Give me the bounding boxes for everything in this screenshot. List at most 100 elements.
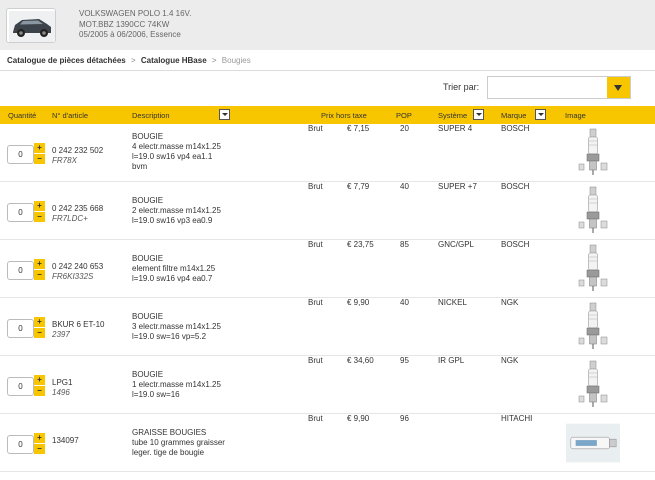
quantity-input[interactable]: 0	[7, 261, 34, 280]
table-row: 0 + − LPG1 1496 BOUGIE 1 electr.masse m14…	[0, 356, 655, 414]
quantity-stepper[interactable]: + −	[34, 201, 45, 223]
article-reference: FR7LDC+	[52, 214, 88, 223]
breadcrumb-separator: >	[211, 56, 217, 65]
minus-icon[interactable]: −	[34, 328, 45, 338]
breadcrumb-current: Bougies	[221, 56, 251, 65]
brand-filter-icon[interactable]	[535, 109, 546, 120]
quantity-input[interactable]: 0	[7, 145, 34, 164]
description-line: leger. tige de bougie	[132, 448, 205, 457]
pop-value: 85	[400, 240, 409, 249]
price: € 23,75	[347, 240, 374, 249]
article-number[interactable]: BKUR 6 ET-10	[52, 320, 104, 330]
quantity-input[interactable]: 0	[7, 377, 34, 396]
pop-value: 40	[400, 182, 409, 191]
article-number[interactable]: 0 242 232 502	[52, 146, 103, 156]
minus-icon[interactable]: −	[34, 270, 45, 280]
description-line: 3 electr.masse m14x1.25	[132, 322, 221, 331]
header-system: Système	[438, 111, 468, 120]
price-type: Brut	[308, 356, 323, 365]
header-pop: POP	[396, 111, 412, 120]
plus-icon[interactable]: +	[34, 317, 45, 327]
quantity-stepper[interactable]: + −	[34, 143, 45, 165]
grease-tube-image[interactable]	[566, 417, 620, 469]
article-reference: 1496	[52, 388, 70, 397]
spark-plug-image[interactable]	[566, 243, 620, 295]
car-thumbnail	[6, 8, 56, 43]
description-cell: BOUGIE 1 electr.masse m14x1.25 l=19.0 sw=1…	[132, 370, 221, 400]
quantity-input[interactable]: 0	[7, 203, 34, 222]
description-line: BOUGIE	[132, 312, 164, 321]
article-cell: 0 242 240 653 FR6KI332S	[52, 262, 103, 282]
sort-label: Trier par:	[443, 82, 480, 92]
brand-value: HITACHI	[501, 414, 533, 423]
quantity-input[interactable]: 0	[7, 319, 34, 338]
plus-icon[interactable]: +	[34, 201, 45, 211]
spark-plug-image[interactable]	[566, 359, 620, 411]
article-cell: LPG1 1496	[52, 378, 72, 398]
quantity-input[interactable]: 0	[7, 435, 34, 454]
breadcrumb-hbase[interactable]: Catalogue HBase	[141, 56, 207, 65]
description-line: 2 electr.masse m14x1.25	[132, 206, 221, 215]
breadcrumb-catalogue[interactable]: Catalogue de pièces détachées	[7, 56, 126, 65]
pop-value: 96	[400, 414, 409, 423]
chevron-down-icon[interactable]	[607, 77, 630, 98]
description-cell: GRAISSE BOUGIES tube 10 grammes graisser l…	[132, 428, 225, 458]
description-line: l=19.0 sw=16	[132, 390, 180, 399]
article-reference: 2397	[52, 330, 70, 339]
article-cell: 134097	[52, 436, 79, 446]
quantity-stepper[interactable]: + −	[34, 259, 45, 281]
spark-plug-image[interactable]	[566, 301, 620, 353]
minus-icon[interactable]: −	[34, 386, 45, 396]
spark-plug-image[interactable]	[566, 127, 620, 179]
price: € 9,90	[347, 414, 370, 423]
minus-icon[interactable]: −	[34, 212, 45, 222]
description-line: 1 electr.masse m14x1.25	[132, 380, 221, 389]
description-cell: BOUGIE 3 electr.masse m14x1.25 l=19.0 sw=1…	[132, 312, 221, 342]
brand-value: BOSCH	[501, 124, 530, 133]
article-cell: BKUR 6 ET-10 2397	[52, 320, 104, 340]
system-filter-icon[interactable]	[473, 109, 484, 120]
breadcrumb-separator: >	[130, 56, 136, 65]
header-description: Description	[132, 111, 170, 120]
plus-icon[interactable]: +	[34, 375, 45, 385]
plus-icon[interactable]: +	[34, 143, 45, 153]
spark-plug-image[interactable]	[566, 185, 620, 237]
description-line: 4 electr.masse m14x1.25	[132, 142, 221, 151]
quantity-stepper[interactable]: + −	[34, 433, 45, 455]
minus-icon[interactable]: −	[34, 444, 45, 454]
description-line: l=19.0 sw=16 vp=5.2	[132, 332, 207, 341]
table-row: 0 + − 0 242 232 502 FR78X BOUGIE 4 electr…	[0, 124, 655, 182]
header-image: Image	[565, 111, 586, 120]
vehicle-header: VOLKSWAGEN POLO 1.4 16V. MOT.BBZ 1390CC …	[0, 0, 655, 50]
description-line: l=19.0 sw16 vp4 ea1.1	[132, 152, 213, 161]
table-row: 0 + − 0 242 240 653 FR6KI332S BOUGIE elem…	[0, 240, 655, 298]
breadcrumb: Catalogue de pièces détachées > Catalogu…	[7, 56, 251, 65]
system-value: SUPER 4	[438, 124, 473, 133]
table-row: 0 + − 0 242 235 668 FR7LDC+ BOUGIE 2 elec…	[0, 182, 655, 240]
price-type: Brut	[308, 124, 323, 133]
brand-value: NGK	[501, 298, 519, 307]
header-article: N° d'article	[52, 111, 89, 120]
system-value: GNC/GPL	[438, 240, 475, 249]
description-filter-icon[interactable]	[219, 109, 230, 120]
article-number[interactable]: 134097	[52, 436, 79, 446]
plus-icon[interactable]: +	[34, 259, 45, 269]
quantity-stepper[interactable]: + −	[34, 375, 45, 397]
article-number[interactable]: 0 242 235 668	[52, 204, 103, 214]
plus-icon[interactable]: +	[34, 433, 45, 443]
article-cell: 0 242 235 668 FR7LDC+	[52, 204, 103, 224]
description-line: element filtre m14x1.25	[132, 264, 216, 273]
article-reference: FR6KI332S	[52, 272, 94, 281]
description-cell: BOUGIE 4 electr.masse m14x1.25 l=19.0 sw16…	[132, 132, 221, 172]
table-header: Quantité N° d'article Description Prix h…	[0, 106, 655, 124]
quantity-stepper[interactable]: + −	[34, 317, 45, 339]
description-line: BOUGIE	[132, 370, 164, 379]
vehicle-info: VOLKSWAGEN POLO 1.4 16V. MOT.BBZ 1390CC …	[79, 9, 191, 41]
sort-dropdown[interactable]	[487, 76, 631, 99]
description-line: bvm	[132, 162, 148, 171]
description-line: l=19.0 sw16 vp3 ea0.9	[132, 216, 213, 225]
article-number[interactable]: LPG1	[52, 378, 72, 388]
header-quantity: Quantité	[8, 111, 37, 120]
minus-icon[interactable]: −	[34, 154, 45, 164]
article-number[interactable]: 0 242 240 653	[52, 262, 103, 272]
